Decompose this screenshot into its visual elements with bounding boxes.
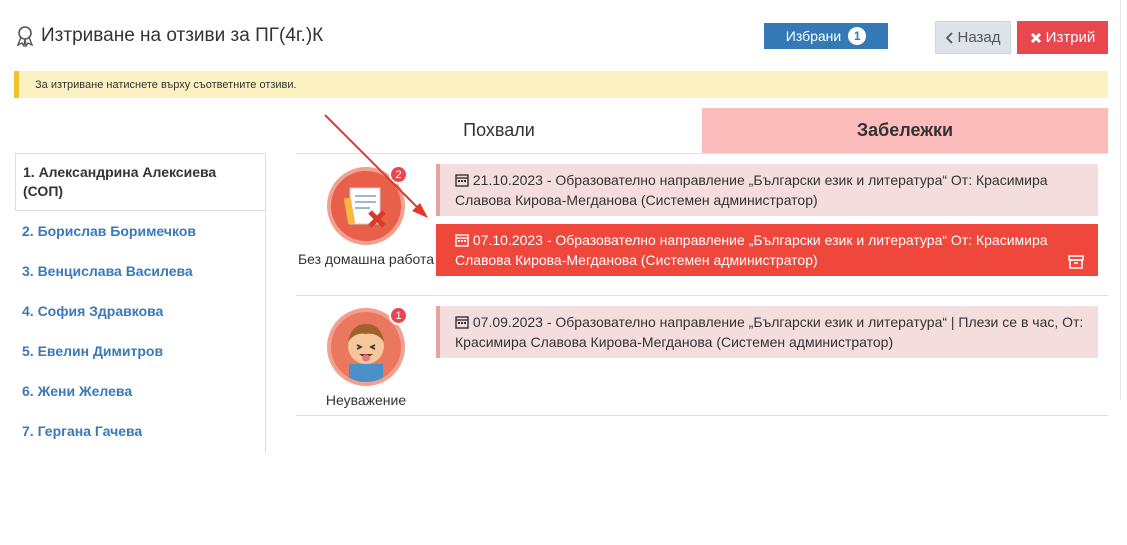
info-alert: За изтриване натиснете върху съответните… bbox=[14, 71, 1108, 98]
calendar-icon bbox=[455, 316, 469, 329]
close-icon bbox=[1030, 32, 1041, 43]
tab-praises[interactable]: Похвали bbox=[296, 108, 702, 153]
selected-count-badge: 1 bbox=[848, 27, 867, 45]
student-label: 7. Гергана Гачева bbox=[22, 423, 143, 439]
archive-icon[interactable] bbox=[1068, 255, 1084, 269]
student-item[interactable]: 3. Венцислава Василева bbox=[15, 251, 265, 291]
student-list: 1. Александрина Алексиева (СОП) 2. Борис… bbox=[15, 153, 266, 453]
student-label: 2. Борислав Боримечков bbox=[22, 223, 196, 239]
back-label: Назад bbox=[957, 29, 1001, 46]
remark-group: 2 Без домашна работа 21.10.2023 - Образо… bbox=[296, 153, 1108, 295]
remark-item[interactable]: 21.10.2023 - Образователно направление „… bbox=[436, 164, 1098, 216]
student-item-active[interactable]: 1. Александрина Алексиева (СОП) bbox=[15, 153, 265, 211]
remark-badge: 1 Неуважение bbox=[296, 306, 436, 410]
scrollbar-track bbox=[1120, 0, 1121, 400]
remark-item-selected[interactable]: 07.10.2023 - Образователно направление „… bbox=[436, 224, 1098, 276]
delete-button[interactable]: Изтрий bbox=[1017, 21, 1108, 54]
no-homework-icon: 2 bbox=[327, 165, 408, 245]
page-title: Изтриване на отзиви за ПГ(4г.)К bbox=[41, 25, 324, 46]
student-label: 4. София Здравкова bbox=[22, 303, 164, 319]
remark-count-badge: 2 bbox=[389, 165, 408, 184]
selected-label: Избрани bbox=[785, 28, 842, 44]
remark-text: 07.09.2023 - Образователно направление „… bbox=[455, 314, 1084, 350]
ribbon-icon bbox=[16, 26, 34, 47]
tab-remarks[interactable]: Забележки bbox=[702, 108, 1108, 153]
calendar-icon bbox=[455, 234, 469, 247]
calendar-icon bbox=[455, 174, 469, 187]
student-label: 6. Жени Желева bbox=[22, 383, 133, 399]
student-item[interactable]: 4. София Здравкова bbox=[15, 291, 265, 331]
student-item[interactable]: 5. Евелин Димитров bbox=[15, 331, 265, 371]
student-label: 1. Александрина Алексиева (СОП) bbox=[23, 164, 217, 199]
remark-type-label: Без домашна работа bbox=[297, 251, 435, 267]
student-label: 3. Венцислава Василева bbox=[22, 263, 193, 279]
student-item[interactable]: 2. Борислав Боримечков bbox=[15, 211, 265, 251]
back-button[interactable]: Назад bbox=[935, 21, 1011, 54]
remark-text: 07.10.2023 - Образователно направление „… bbox=[455, 232, 1048, 268]
page-header: Изтриване на отзиви за ПГ(4г.)К bbox=[14, 20, 323, 52]
student-item[interactable]: 7. Гергана Гачева bbox=[15, 411, 265, 451]
remark-item[interactable]: 07.09.2023 - Образователно направление „… bbox=[436, 306, 1098, 358]
remark-count-badge: 1 bbox=[389, 306, 408, 325]
alert-text: За изтриване натиснете върху съответните… bbox=[35, 78, 297, 91]
remark-badge: 2 Без домашна работа bbox=[296, 165, 436, 269]
student-label: 5. Евелин Димитров bbox=[22, 343, 164, 359]
chevron-left-icon bbox=[945, 31, 953, 44]
disrespect-face-icon: 1 bbox=[327, 306, 408, 386]
remark-type-label: Неуважение bbox=[325, 392, 407, 408]
feedback-tabs: Похвали Забележки bbox=[296, 108, 1108, 153]
student-item[interactable]: 6. Жени Желева bbox=[15, 371, 265, 411]
selected-button[interactable]: Избрани 1 bbox=[764, 23, 888, 49]
remark-group: 1 Неуважение 07.09.2023 - Образователно … bbox=[296, 295, 1108, 416]
delete-label: Изтрий bbox=[1045, 29, 1096, 46]
remark-text: 21.10.2023 - Образователно направление „… bbox=[455, 172, 1048, 208]
